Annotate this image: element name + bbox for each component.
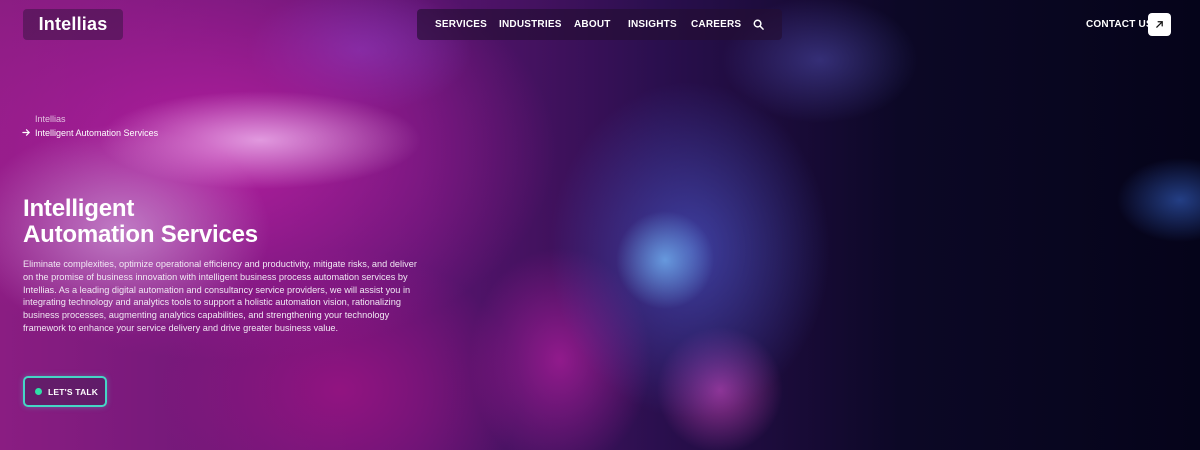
nav-item-about[interactable]: ABOUT bbox=[574, 9, 611, 40]
status-dot-icon bbox=[35, 388, 42, 395]
contact-us-link[interactable]: CONTACT US bbox=[1086, 12, 1153, 36]
page-title-line2: Automation Services bbox=[23, 221, 258, 248]
arrow-right-icon bbox=[22, 129, 30, 136]
page-title-line1: Intelligent bbox=[23, 195, 135, 222]
lets-talk-label: LET'S TALK bbox=[48, 387, 99, 397]
main-nav: SERVICES INDUSTRIES ABOUT INSIGHTS CAREE… bbox=[417, 9, 782, 40]
breadcrumb-current: Intelligent Automation Services bbox=[35, 128, 159, 138]
nav-item-careers[interactable]: CAREERS bbox=[691, 9, 741, 40]
logo[interactable]: Intellias bbox=[23, 9, 123, 40]
breadcrumb-root[interactable]: Intellias bbox=[35, 114, 66, 124]
nav-item-insights[interactable]: INSIGHTS bbox=[628, 9, 677, 40]
page-title: Intelligent Automation Services bbox=[23, 196, 258, 248]
contact-us-button[interactable] bbox=[1148, 13, 1171, 36]
hero-description: Eliminate complexities, optimize operati… bbox=[23, 259, 417, 333]
logo-text: Intellias bbox=[38, 14, 108, 34]
nav-item-industries[interactable]: INDUSTRIES bbox=[499, 9, 562, 40]
search-icon[interactable] bbox=[753, 19, 764, 30]
page: Intellias SERVICES INDUSTRIES ABOUT INSI… bbox=[0, 0, 1200, 450]
nav-item-services[interactable]: SERVICES bbox=[435, 9, 487, 40]
lets-talk-button[interactable]: LET'S TALK bbox=[23, 376, 107, 407]
arrow-up-right-icon bbox=[1156, 21, 1163, 28]
